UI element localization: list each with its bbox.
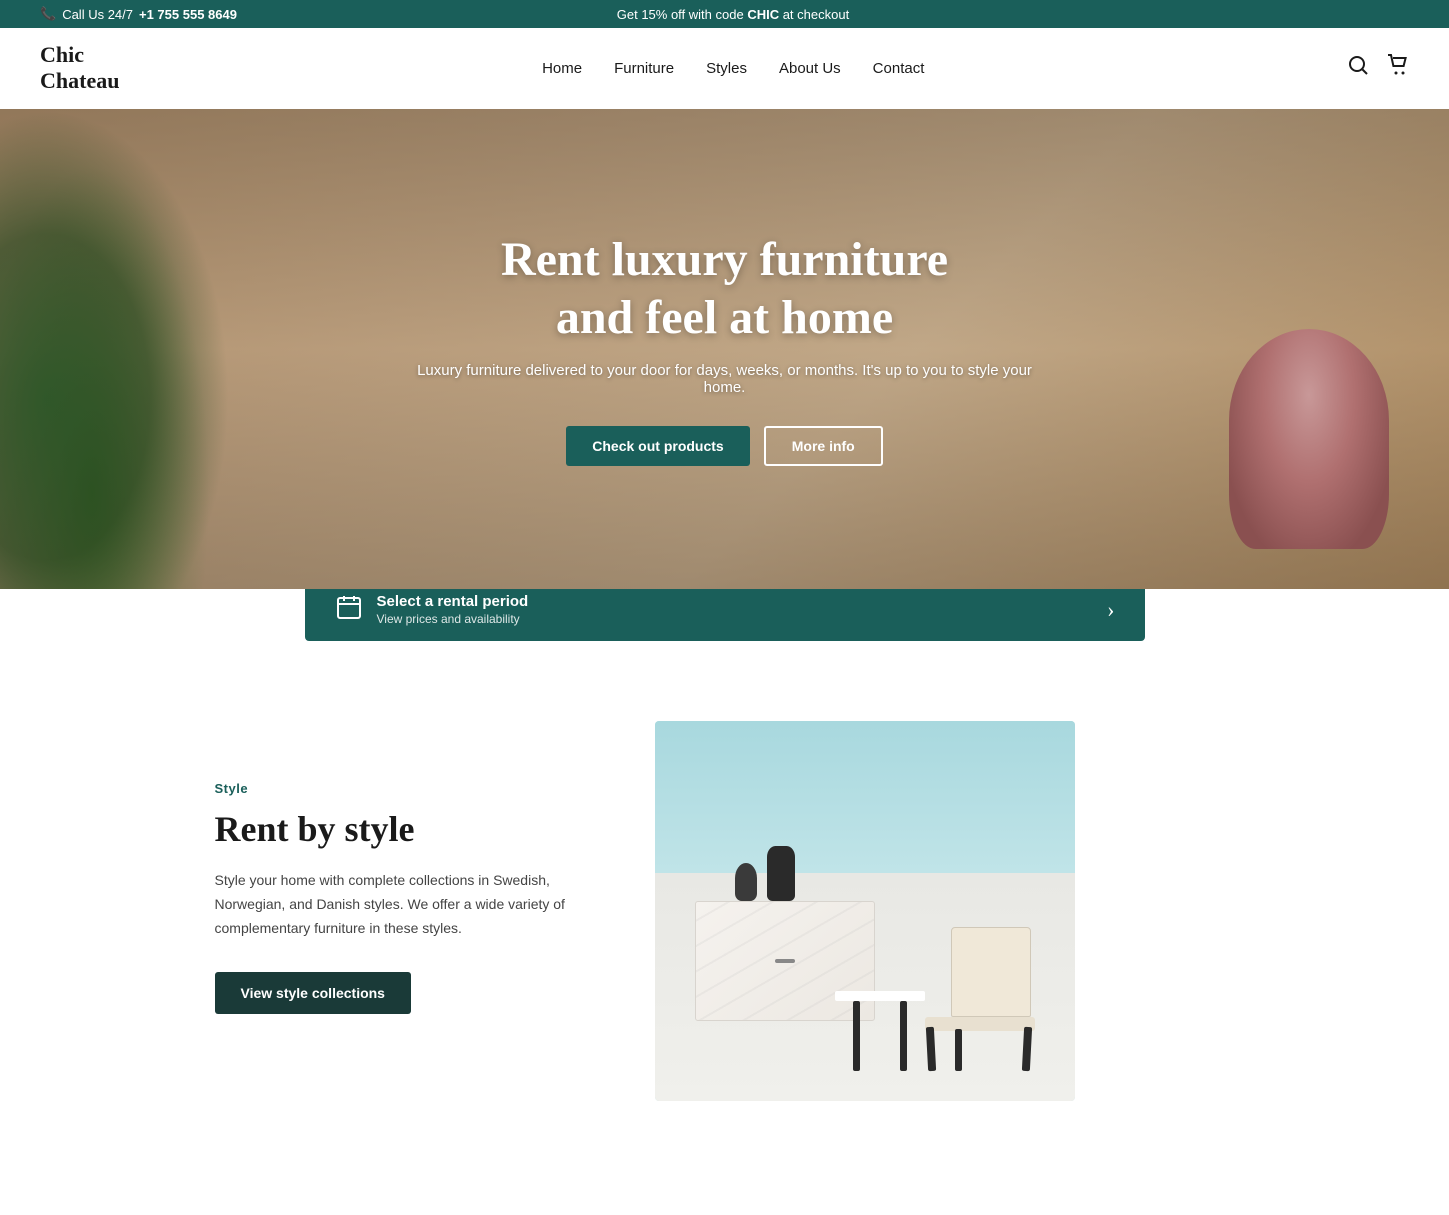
promo-code: CHIC bbox=[747, 7, 779, 22]
nav-styles[interactable]: Styles bbox=[706, 60, 747, 77]
rental-bar-text: Select a rental period View prices and a… bbox=[377, 593, 529, 626]
rental-bar-left: Select a rental period View prices and a… bbox=[335, 593, 529, 627]
phone-number[interactable]: +1 755 555 8649 bbox=[139, 7, 237, 22]
cabinet-handle bbox=[775, 959, 795, 963]
hero-subtitle: Luxury furniture delivered to your door … bbox=[395, 362, 1055, 396]
hero-buttons: Check out products More info bbox=[395, 426, 1055, 466]
style-tag: Style bbox=[215, 781, 595, 796]
search-icon[interactable] bbox=[1347, 54, 1369, 82]
top-bar: 📞 Call Us 24/7 +1 755 555 8649 Get 15% o… bbox=[0, 0, 1449, 28]
chair-decoration bbox=[915, 911, 1045, 1071]
call-text: Call Us 24/7 bbox=[62, 7, 133, 22]
check-out-products-button[interactable]: Check out products bbox=[566, 426, 749, 466]
table-top bbox=[835, 991, 925, 1001]
style-section: Style Rent by style Style your home with… bbox=[175, 681, 1275, 1161]
view-style-collections-button[interactable]: View style collections bbox=[215, 972, 411, 1014]
style-description: Style your home with complete collection… bbox=[215, 869, 595, 940]
hero-title: Rent luxury furniture and feel at home bbox=[395, 231, 1055, 346]
phone-icon: 📞 bbox=[40, 6, 56, 22]
chair-leg-3 bbox=[955, 1029, 962, 1071]
cart-icon[interactable] bbox=[1387, 54, 1409, 82]
rental-bar-title: Select a rental period bbox=[377, 593, 529, 610]
style-image bbox=[655, 721, 1075, 1101]
calendar-icon bbox=[335, 593, 363, 627]
rental-bar-arrow-icon: › bbox=[1107, 597, 1114, 623]
chair-seat bbox=[925, 1017, 1035, 1031]
table-leg-left bbox=[853, 1001, 860, 1071]
style-title: Rent by style bbox=[215, 808, 595, 851]
more-info-button[interactable]: More info bbox=[764, 426, 883, 466]
chair-leg-2 bbox=[1021, 1027, 1031, 1071]
chair-leg-1 bbox=[925, 1027, 935, 1071]
chair-back bbox=[951, 927, 1031, 1017]
main-nav: Home Furniture Styles About Us Contact bbox=[542, 60, 924, 77]
nav-contact[interactable]: Contact bbox=[873, 60, 925, 77]
top-bar-promo: Get 15% off with code CHIC at checkout bbox=[237, 7, 1229, 22]
nav-home[interactable]: Home bbox=[542, 60, 582, 77]
promo-suffix: at checkout bbox=[779, 7, 849, 22]
vase-large-decoration bbox=[767, 846, 795, 901]
site-header: Chic Chateau Home Furniture Styles About… bbox=[0, 28, 1449, 109]
style-text-block: Style Rent by style Style your home with… bbox=[215, 721, 595, 1015]
hero-section: Rent luxury furniture and feel at home L… bbox=[0, 109, 1449, 589]
nav-about[interactable]: About Us bbox=[779, 60, 841, 77]
promo-text: Get 15% off with code bbox=[617, 7, 748, 22]
hero-chair-decoration bbox=[1229, 329, 1389, 549]
table-leg-right bbox=[900, 1001, 907, 1071]
table-decoration bbox=[845, 991, 915, 1071]
top-bar-left: 📞 Call Us 24/7 +1 755 555 8649 bbox=[40, 6, 237, 22]
hero-plant-decoration bbox=[0, 109, 230, 589]
vase-small-decoration bbox=[735, 863, 757, 901]
hero-content: Rent luxury furniture and feel at home L… bbox=[375, 231, 1075, 466]
logo[interactable]: Chic Chateau bbox=[40, 42, 119, 95]
nav-furniture[interactable]: Furniture bbox=[614, 60, 674, 77]
header-icons bbox=[1347, 54, 1409, 82]
style-image-scene bbox=[655, 721, 1075, 1101]
rental-bar-subtitle: View prices and availability bbox=[377, 612, 529, 626]
